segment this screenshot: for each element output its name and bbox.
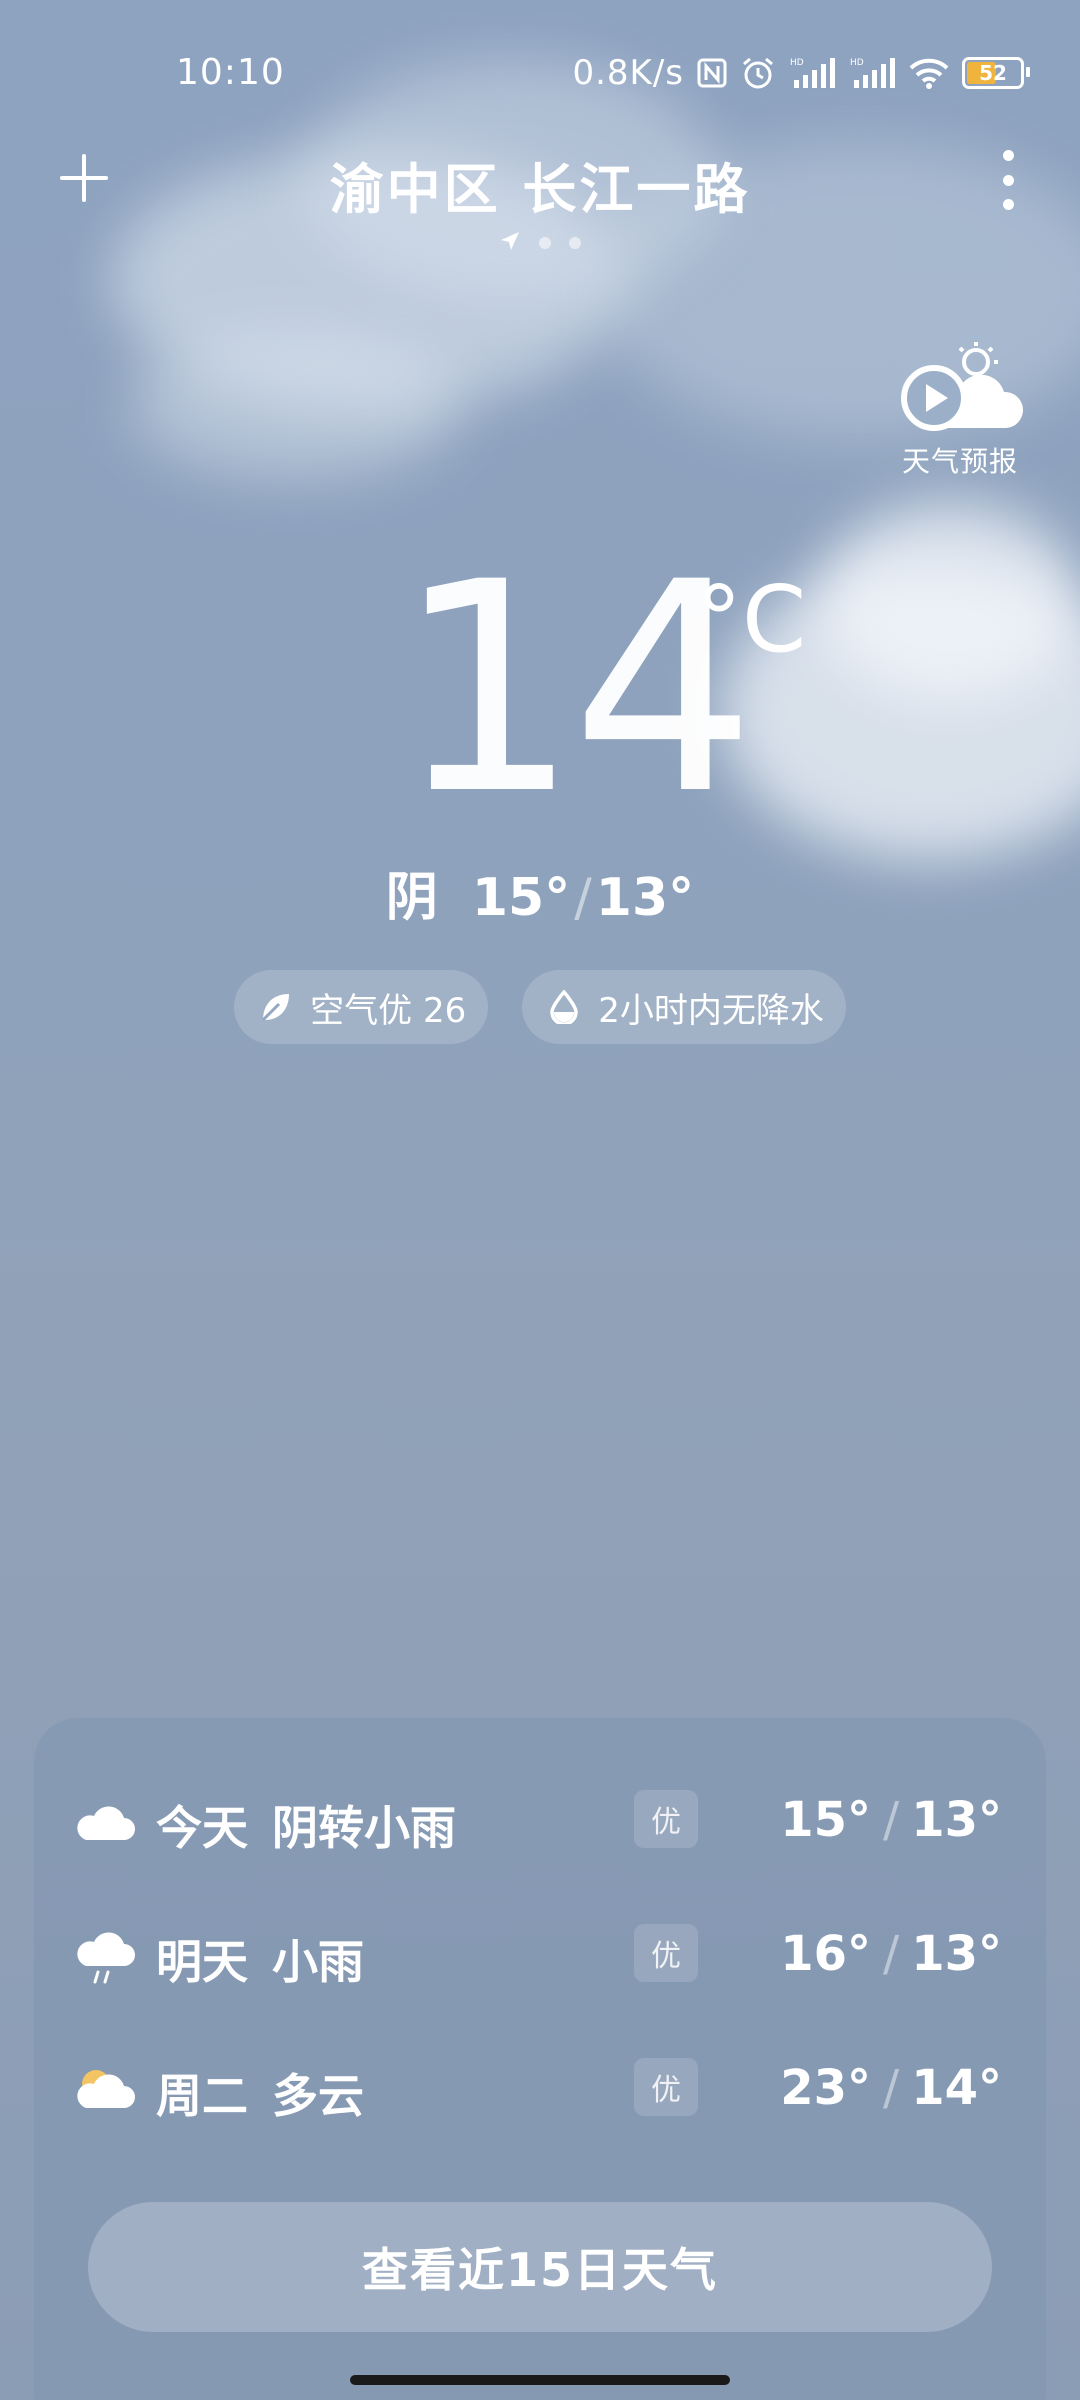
more-options-button[interactable] (996, 150, 1020, 210)
nfc-icon (696, 57, 728, 89)
page-dot (539, 237, 551, 249)
air-quality-text: 空气优 26 (310, 990, 467, 1031)
forecast-temps: 15°/13° (780, 1792, 1002, 1848)
temperature-unit: °C (696, 566, 807, 673)
signal-hd-icon: HD (848, 56, 896, 90)
forecast-label: 今天 阴转小雨 (156, 1792, 456, 1858)
forecast-low: 14° (911, 2060, 1002, 2116)
precipitation-text: 2小时内无降水 (598, 990, 824, 1031)
more-vertical-icon (1002, 199, 1014, 210)
alarm-icon (740, 56, 776, 90)
aqi-badge: 优 (634, 1790, 698, 1848)
forecast-day: 明天 (156, 1935, 248, 1989)
view-15-day-forecast-button[interactable]: 查看近15日天气 (88, 2202, 992, 2332)
forecast-low: 13° (911, 1926, 1002, 1982)
more-vertical-icon (1002, 174, 1014, 186)
drop-icon (546, 989, 582, 1025)
page-indicator[interactable] (0, 230, 1080, 256)
signal-hd-icon: HD (788, 56, 836, 90)
info-chips: 空气优 26 2小时内无降水 (0, 970, 1080, 1044)
forecast-high: 23° (780, 2060, 872, 2116)
page-dot (569, 237, 581, 249)
temp-separator: / (574, 868, 592, 928)
aqi-badge: 优 (634, 2058, 698, 2116)
battery-icon: 52 (962, 57, 1030, 89)
wifi-icon (908, 57, 950, 89)
forecast-row-tomorrow[interactable]: 明天 小雨 优 16°/13° (34, 1916, 1046, 1996)
forecast-card: 今天 阴转小雨 优 15°/13° 明天 小雨 优 16°/13° 周二 多云 优 2… (34, 1718, 1046, 2400)
forecast-condition: 小雨 (272, 1935, 364, 1989)
forecast-condition: 阴转小雨 (272, 1801, 456, 1855)
temp-separator: / (883, 2060, 900, 2116)
precipitation-chip[interactable]: 2小时内无降水 (522, 970, 846, 1044)
forecast-temps: 16°/13° (780, 1926, 1002, 1982)
status-bar: 10:10 0.8K/s HD HD 52 (0, 0, 1080, 150)
weather-forecast-video-button[interactable]: 天气预报 (892, 340, 1028, 480)
forecast-row-today[interactable]: 今天 阴转小雨 优 15°/13° (34, 1782, 1046, 1862)
svg-text:HD: HD (790, 58, 804, 68)
forecast-day: 周二 (156, 2069, 248, 2123)
current-temperature: 14 °C (0, 540, 1080, 840)
temp-separator: / (883, 1926, 900, 1982)
forecast-row-tuesday[interactable]: 周二 多云 优 23°/14° (34, 2050, 1046, 2130)
forecast-condition: 多云 (272, 2069, 364, 2123)
partly-cloudy-icon (76, 2064, 136, 2116)
status-icons: 0.8K/s HD HD 52 (572, 50, 1030, 96)
battery-percent: 52 (979, 61, 1007, 85)
low-temp: 13° (595, 868, 695, 928)
location-title[interactable]: 渝中区 长江一路 (0, 145, 1080, 224)
current-condition: 阴 15°/13° (0, 855, 1080, 930)
network-speed: 0.8K/s (572, 53, 684, 93)
status-time: 10:10 (176, 52, 285, 93)
location-arrow-icon (499, 230, 521, 256)
aqi-badge: 优 (634, 1924, 698, 1982)
weather-screen: 10:10 0.8K/s HD HD 52 渝中区 长江一路 天气预报 14 °… (0, 0, 1080, 2400)
forecast-temps: 23°/14° (780, 2060, 1002, 2116)
temp-separator: / (883, 1792, 900, 1848)
background-cloud (130, 330, 460, 480)
high-temp: 15° (471, 868, 571, 928)
weather-forecast-label: 天气预报 (901, 445, 1018, 478)
forecast-high: 15° (780, 1792, 872, 1848)
light-rain-icon (76, 1930, 136, 1984)
condition-text: 阴 (385, 868, 438, 928)
forecast-label: 周二 多云 (156, 2060, 364, 2126)
forecast-low: 13° (911, 1792, 1002, 1848)
forecast-label: 明天 小雨 (156, 1926, 364, 1992)
cloudy-icon (76, 1796, 136, 1848)
more-vertical-icon (1002, 150, 1014, 161)
forecast-day: 今天 (156, 1801, 248, 1855)
forecast-high: 16° (780, 1926, 872, 1982)
air-quality-chip[interactable]: 空气优 26 (234, 970, 489, 1044)
home-indicator[interactable] (350, 2375, 730, 2385)
leaf-icon (258, 989, 294, 1025)
svg-text:HD: HD (850, 58, 864, 68)
